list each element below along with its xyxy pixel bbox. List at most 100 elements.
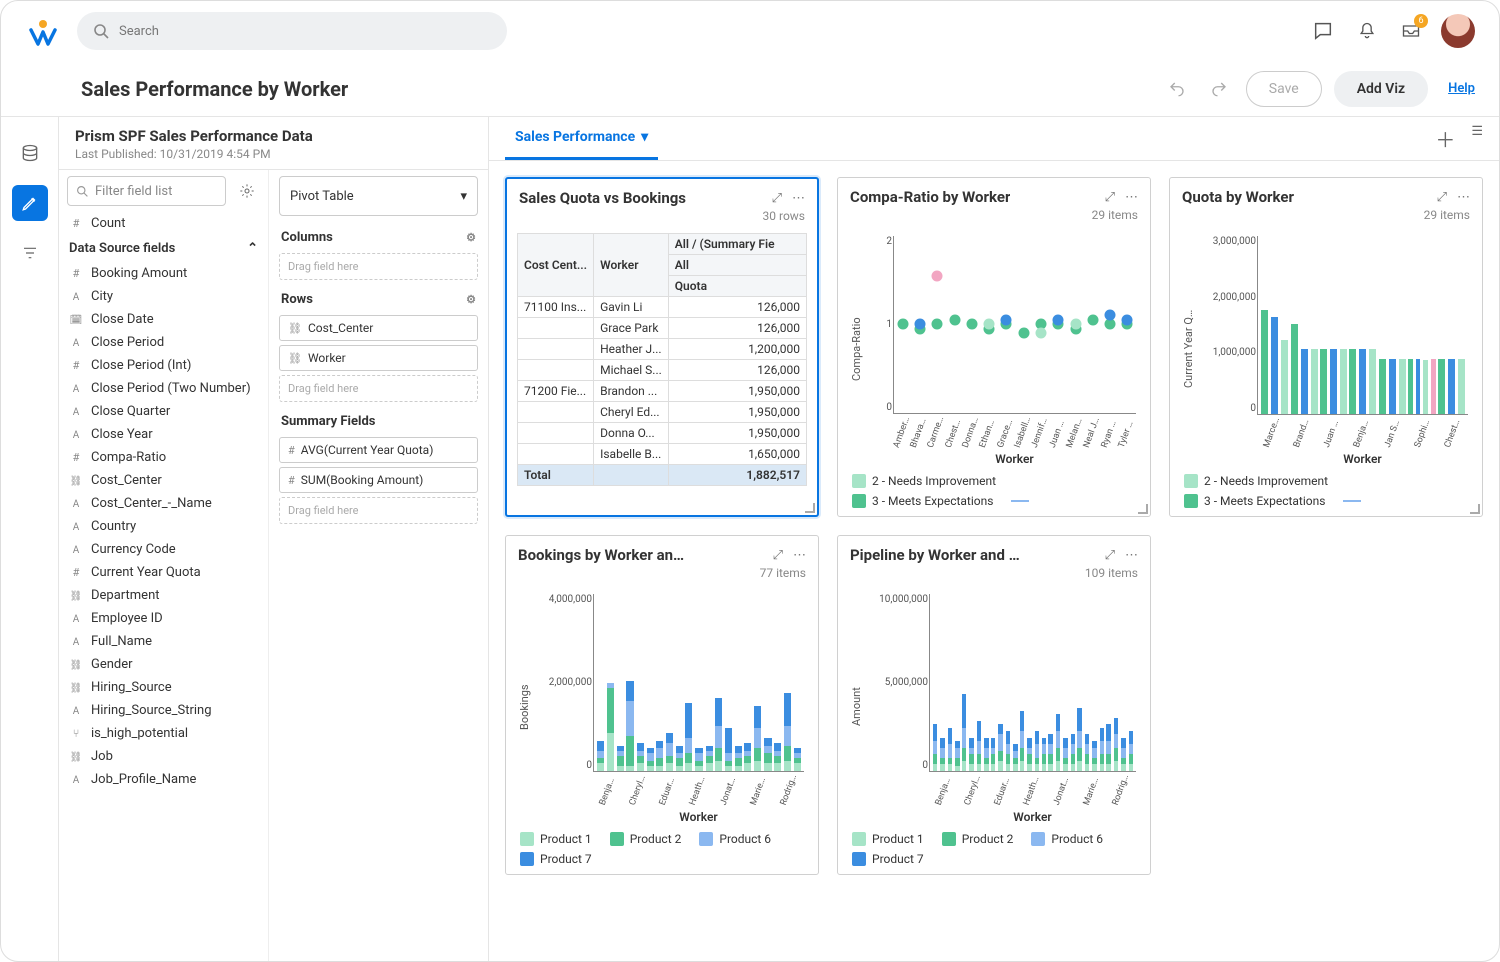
card-title: Compa-Ratio by Worker <box>850 188 1010 206</box>
user-avatar[interactable] <box>1441 14 1475 48</box>
field-item[interactable]: Hiring_Source <box>59 676 268 699</box>
viz-card-sales-quota[interactable]: Sales Quota vs Bookings ⤢⋯ 30 rows Cost … <box>505 177 819 517</box>
field-item[interactable]: Close Year <box>59 423 268 446</box>
field-item[interactable]: Close Period (Two Number) <box>59 377 268 400</box>
field-item[interactable]: Department <box>59 584 268 607</box>
field-item[interactable]: Full_Name <box>59 630 268 653</box>
rows-dropzone[interactable]: Drag field here <box>279 375 478 402</box>
field-item[interactable]: Employee ID <box>59 607 268 630</box>
add-sheet-icon[interactable]: ＋ <box>1435 124 1455 153</box>
field-item[interactable]: Booking Amount <box>59 262 268 285</box>
fields-panel: Prism SPF Sales Performance Data Last Pu… <box>59 117 489 961</box>
inbox-icon[interactable]: 6 <box>1397 17 1425 45</box>
y-axis-label: Bookings <box>516 590 533 824</box>
save-button[interactable]: Save <box>1246 71 1322 107</box>
card-subtitle: 77 items <box>506 566 818 586</box>
summary-pill[interactable]: #SUM(Booking Amount) <box>279 467 478 493</box>
chevron-down-icon: ▾ <box>460 189 467 204</box>
field-item[interactable]: Currency Code <box>59 538 268 561</box>
field-item[interactable]: Cost_Center <box>59 469 268 492</box>
columns-dropzone[interactable]: Drag field here <box>279 253 478 280</box>
expand-icon[interactable]: ⤢ <box>773 548 783 563</box>
field-item[interactable]: Current Year Quota <box>59 561 268 584</box>
scatter-plot: 210 <box>893 236 1136 414</box>
data-sources-icon[interactable] <box>12 135 48 171</box>
stacked-bar-chart: 4,000,0002,000,0000 <box>593 594 804 772</box>
table-row: 71200 Fie...Brandon ...1,950,000 <box>518 381 807 402</box>
x-axis-label: Worker <box>1253 448 1472 466</box>
resize-handle[interactable] <box>1470 504 1480 514</box>
chart-legend: Product 1 Product 2 Product 6 Product 7 <box>516 824 808 866</box>
app-logo[interactable] <box>25 13 61 49</box>
chart-legend: 2 - Needs Improvement 3 - Meets Expectat… <box>848 466 1140 508</box>
viz-card-bookings[interactable]: Bookings by Worker an…⤢⋯ 77 items Bookin… <box>505 535 819 875</box>
search-icon <box>93 23 109 39</box>
field-item[interactable]: Count <box>59 212 268 235</box>
expand-icon[interactable]: ⤢ <box>1105 548 1115 563</box>
summary-dropzone[interactable]: Drag field here <box>279 497 478 524</box>
table-row: Donna O...1,950,000 <box>518 423 807 444</box>
table-row: Isabelle B...1,650,000 <box>518 444 807 465</box>
field-group-header[interactable]: Data Source fields ⌃ <box>59 235 268 262</box>
field-item[interactable]: Job_Profile_Name <box>59 768 268 791</box>
expand-icon[interactable]: ⤢ <box>772 191 782 206</box>
filter-field-input[interactable]: Filter field list <box>67 176 226 206</box>
expand-icon[interactable]: ⤢ <box>1437 190 1447 205</box>
field-item[interactable]: is_high_potential <box>59 722 268 745</box>
filter-icon[interactable] <box>12 235 48 271</box>
global-search[interactable]: Search <box>77 12 507 50</box>
field-item[interactable]: Cost_Center_-_Name <box>59 492 268 515</box>
sliders-icon[interactable]: ⚙ <box>466 231 476 244</box>
table-row: 71100 Ins...Gavin Li126,000 <box>518 297 807 318</box>
resize-handle[interactable] <box>1138 504 1148 514</box>
viz-type-select[interactable]: Pivot Table ▾ <box>279 176 478 216</box>
more-icon[interactable]: ⋯ <box>792 191 805 206</box>
card-subtitle: 109 items <box>838 566 1150 586</box>
viz-card-compa-ratio[interactable]: Compa-Ratio by Worker⤢⋯ 29 items Compa-R… <box>837 177 1151 517</box>
field-item[interactable]: Gender <box>59 653 268 676</box>
notifications-icon[interactable] <box>1353 17 1381 45</box>
more-icon[interactable]: ⋯ <box>1457 190 1470 205</box>
sheet-list-icon[interactable]: ☰ <box>1471 124 1483 153</box>
expand-icon[interactable]: ⤢ <box>1105 190 1115 205</box>
add-viz-button[interactable]: Add Viz <box>1334 71 1428 107</box>
sliders-icon[interactable]: ⚙ <box>466 293 476 306</box>
bar-chart: 3,000,0002,000,0001,000,0000 <box>1257 236 1468 415</box>
more-icon[interactable]: ⋯ <box>793 548 806 563</box>
pivot-table: Cost Cent...WorkerAll / (Summary Fie All… <box>517 233 807 486</box>
field-item[interactable]: Country <box>59 515 268 538</box>
row-pill[interactable]: ⛓Cost_Center <box>279 315 478 341</box>
field-item[interactable]: City <box>59 285 268 308</box>
row-pill[interactable]: ⛓Worker <box>279 345 478 371</box>
help-link[interactable]: Help <box>1448 81 1475 96</box>
more-icon[interactable]: ⋯ <box>1125 190 1138 205</box>
x-axis-label: Worker <box>589 806 808 824</box>
summary-section-label: Summary Fields <box>281 414 375 429</box>
y-axis-label: Amount <box>848 590 865 824</box>
field-item[interactable]: Job <box>59 745 268 768</box>
field-item[interactable]: Close Period (Int) <box>59 354 268 377</box>
x-axis-label: Worker <box>889 448 1140 466</box>
chat-icon[interactable] <box>1309 17 1337 45</box>
x-axis-label: Worker <box>925 806 1140 824</box>
table-row: Michael S...126,000 <box>518 360 807 381</box>
search-placeholder: Search <box>119 24 159 39</box>
summary-pill[interactable]: #AVG(Current Year Quota) <box>279 437 478 463</box>
redo-icon[interactable] <box>1204 74 1234 104</box>
sheet-tab[interactable]: Sales Performance ▾ <box>505 117 658 160</box>
viz-card-quota[interactable]: Quota by Worker⤢⋯ 29 items Current Year … <box>1169 177 1483 517</box>
edit-icon[interactable] <box>12 185 48 221</box>
more-icon[interactable]: ⋯ <box>1125 548 1138 563</box>
chevron-down-icon: ▾ <box>641 129 648 145</box>
field-item[interactable]: Close Date <box>59 308 268 331</box>
resize-handle[interactable] <box>805 503 815 513</box>
viz-card-pipeline[interactable]: Pipeline by Worker and … ⤢ ⋯ 109 items Amo… <box>837 535 1151 875</box>
card-title: Pipeline by Worker and … <box>850 546 1020 564</box>
undo-icon[interactable] <box>1162 74 1192 104</box>
field-item[interactable]: Compa-Ratio <box>59 446 268 469</box>
field-item[interactable]: Hiring_Source_String <box>59 699 268 722</box>
field-settings-icon[interactable] <box>234 178 260 204</box>
stacked-bar-chart: 10,000,0005,000,0000 <box>929 594 1136 772</box>
field-item[interactable]: Close Period <box>59 331 268 354</box>
field-item[interactable]: Close Quarter <box>59 400 268 423</box>
